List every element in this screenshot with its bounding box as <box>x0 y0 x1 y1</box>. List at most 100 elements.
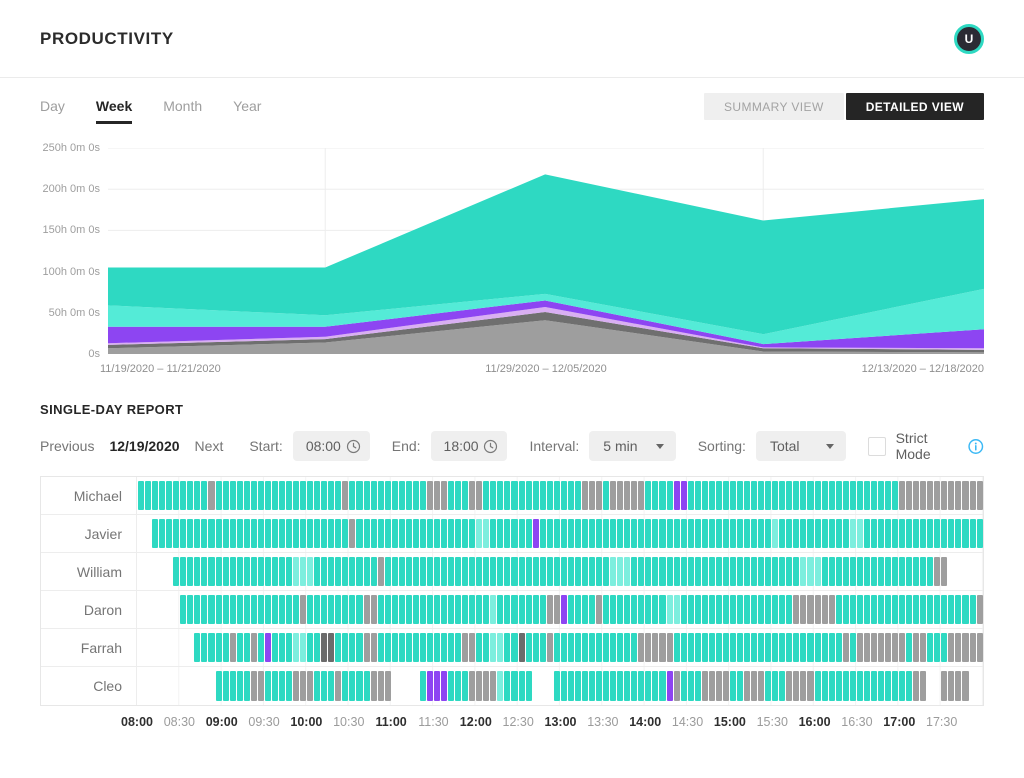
timeline-slot <box>420 519 426 548</box>
timeline-slot <box>427 519 433 548</box>
start-time-value: 08:00 <box>306 438 341 454</box>
timeline-slot <box>258 595 264 624</box>
info-icon[interactable] <box>968 438 984 455</box>
timeline-slot <box>920 633 926 662</box>
timeline-slot <box>836 481 842 510</box>
timeline-slot <box>899 481 905 510</box>
next-button[interactable]: Next <box>195 438 224 454</box>
timeline-slot <box>751 557 757 586</box>
timeline-slot <box>469 519 475 548</box>
timeline-slot <box>822 557 828 586</box>
timeline-slot <box>772 633 778 662</box>
timeline-slot <box>667 481 673 510</box>
timeline-slot <box>504 481 510 510</box>
timeline-slot <box>321 557 327 586</box>
timeline-slot <box>962 595 968 624</box>
timeline-slot <box>335 671 341 701</box>
timeline-slot <box>927 519 933 548</box>
timeline-slot <box>406 633 412 662</box>
timeline-slot <box>187 481 193 510</box>
tab-year[interactable]: Year <box>233 98 261 124</box>
tab-week[interactable]: Week <box>96 98 132 124</box>
timeline-slot <box>258 519 264 548</box>
timeline-row-track <box>137 553 983 590</box>
timeline-slot <box>786 557 792 586</box>
timeline-slot-empty <box>173 671 179 701</box>
timeline-slot <box>652 481 658 510</box>
chart-x-labels: 11/19/2020 – 11/21/2020 11/29/2020 – 12/… <box>108 363 984 378</box>
timeline-bars <box>138 671 982 701</box>
timeline-slot <box>871 671 877 701</box>
timeline-slot-empty <box>159 595 165 624</box>
timeline-slot <box>716 633 722 662</box>
timeline-slot <box>547 595 553 624</box>
timeline-slot-empty <box>948 557 954 586</box>
timeline-slot <box>667 557 673 586</box>
timeline-slot <box>533 633 539 662</box>
timeline-slot <box>201 595 207 624</box>
timeline-slot <box>448 671 454 701</box>
timeline-slot <box>533 481 539 510</box>
timeline-slot <box>948 671 954 701</box>
sorting-select[interactable]: Total <box>756 431 846 461</box>
timeline-slot <box>173 481 179 510</box>
tab-day[interactable]: Day <box>40 98 65 124</box>
timeline-slot <box>836 633 842 662</box>
timeline-slot <box>702 557 708 586</box>
timeline-slot <box>448 595 454 624</box>
detailed-view-button[interactable]: DETAILED VIEW <box>846 93 984 120</box>
timeline-slot <box>864 519 870 548</box>
timeline-slot <box>674 633 680 662</box>
previous-button[interactable]: Previous <box>40 438 94 454</box>
timeline-slot <box>631 557 637 586</box>
interval-select[interactable]: 5 min <box>589 431 675 461</box>
timeline-slot <box>758 595 764 624</box>
timeline-slot <box>364 595 370 624</box>
timeline-slot <box>166 481 172 510</box>
timeline-slot <box>857 633 863 662</box>
timeline-bars <box>138 595 982 624</box>
timeline-slot <box>730 519 736 548</box>
timeline-slot <box>159 481 165 510</box>
timeline-slot <box>906 633 912 662</box>
timeline-slot <box>772 671 778 701</box>
timeline-slot <box>645 519 651 548</box>
timeline-slot <box>871 595 877 624</box>
start-time-input[interactable]: 08:00 <box>293 431 370 461</box>
timeline-slot <box>504 671 510 701</box>
timeline-row: Farrah <box>41 629 983 667</box>
timeline-slot <box>878 557 884 586</box>
timeline-slot <box>434 557 440 586</box>
sorting-label: Sorting: <box>698 438 746 454</box>
timeline-slot <box>476 671 482 701</box>
timeline-slot <box>695 557 701 586</box>
timeline-slot <box>462 671 468 701</box>
timeline-slot <box>702 519 708 548</box>
timeline-slot <box>194 633 200 662</box>
timeline-slot <box>610 595 616 624</box>
avatar[interactable]: U <box>954 24 984 54</box>
period-tabs: Day Week Month Year <box>40 98 261 124</box>
timeline-slot <box>723 519 729 548</box>
timeline-slot <box>779 481 785 510</box>
timeline-slot <box>504 519 510 548</box>
strict-mode-checkbox[interactable] <box>868 437 886 456</box>
timeline-slot <box>554 671 560 701</box>
timeline-slot <box>533 519 539 548</box>
timeline-slot <box>490 519 496 548</box>
timeline-slot <box>272 671 278 701</box>
timeline-slot <box>540 595 546 624</box>
sorting-value: Total <box>770 438 800 454</box>
timeline-slot <box>526 519 532 548</box>
end-time-input[interactable]: 18:00 <box>431 431 508 461</box>
timeline-slot <box>772 557 778 586</box>
timeline-slot <box>617 519 623 548</box>
summary-view-button[interactable]: SUMMARY VIEW <box>704 93 844 120</box>
timeline-slot <box>962 633 968 662</box>
timeline-slot <box>300 595 306 624</box>
timeline-slot <box>455 481 461 510</box>
timeline-slot <box>469 595 475 624</box>
time-axis-label: 10:00 <box>290 715 322 729</box>
timeline-slot <box>948 481 954 510</box>
tab-month[interactable]: Month <box>163 98 202 124</box>
